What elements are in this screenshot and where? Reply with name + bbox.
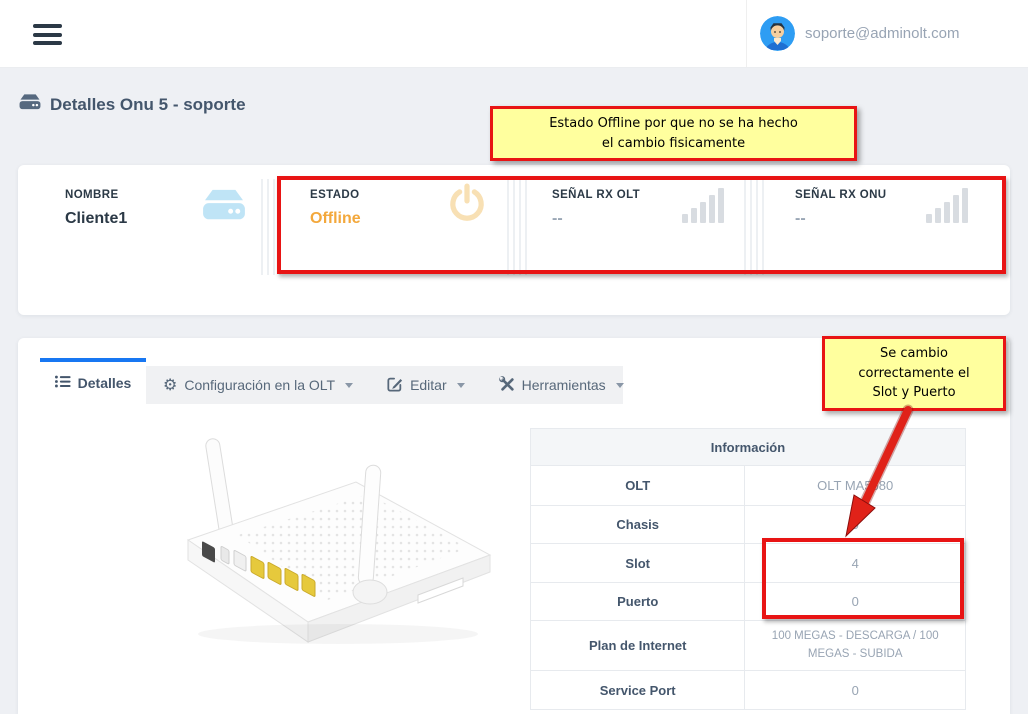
annotation-line: Estado Offline por que no se ha hecho: [499, 114, 848, 134]
table-row-puerto: Puerto 0: [531, 583, 966, 621]
signal-bars-icon: [682, 187, 726, 228]
status-card: NOMBRE Cliente1 ESTADO Offline SEÑAL RX …: [18, 165, 1010, 315]
hamburger-menu-icon[interactable]: [33, 24, 62, 45]
tab-editar[interactable]: Editar: [370, 366, 482, 404]
chevron-down-icon: [345, 383, 353, 388]
table-header-row: Información: [531, 429, 966, 466]
senal-rx-olt-block: SEÑAL RX OLT --: [552, 189, 640, 228]
section-divider: [261, 179, 283, 275]
navbar-divider: [746, 0, 747, 67]
tab-strip: ⚙ Configuración en la OLT Editar: [146, 366, 623, 404]
top-navbar: soporte@adminolt.com: [0, 0, 1028, 68]
page-title-text: Detalles Onu 5 - soporte: [50, 95, 246, 115]
table-row-slot: Slot 4: [531, 544, 966, 583]
table-row-plan: Plan de Internet 100 MEGAS - DESCARGA / …: [531, 621, 966, 671]
page-title: Detalles Onu 5 - soporte: [18, 93, 246, 117]
annotation-slot-note: Se cambio correctamente el Slot y Puerto: [822, 336, 1006, 411]
senal-rx-onu-label: SEÑAL RX ONU: [795, 189, 887, 201]
onu-device-icon: [201, 187, 247, 230]
user-menu[interactable]: soporte@adminolt.com: [760, 0, 959, 67]
table-header: Información: [531, 429, 966, 466]
row-label: Service Port: [531, 671, 745, 710]
estado-label: ESTADO: [310, 189, 361, 201]
router-product-image: [118, 420, 518, 660]
edit-icon: [387, 376, 403, 395]
tab-herramientas-label: Herramientas: [522, 377, 606, 393]
informacion-table: Información OLT OLT MA5680 Chasis 0 Slot…: [530, 428, 966, 710]
row-label: Chasis: [531, 506, 745, 544]
section-divider: [744, 179, 766, 275]
nombre-label: NOMBRE: [65, 189, 127, 201]
tab-editar-label: Editar: [410, 377, 447, 393]
nombre-value: Cliente1: [65, 210, 127, 228]
tab-detalles-label: Detalles: [78, 375, 132, 391]
senal-rx-onu-value: --: [795, 210, 887, 228]
annotation-line: el cambio fisicamente: [499, 134, 848, 154]
table-row-olt: OLT OLT MA5680: [531, 466, 966, 506]
senal-rx-onu-block: SEÑAL RX ONU --: [795, 189, 887, 228]
chevron-down-icon: [457, 383, 465, 388]
estado-block: ESTADO Offline: [310, 189, 361, 228]
row-value: 4: [745, 544, 966, 583]
row-value: 0: [745, 671, 966, 710]
list-icon: [55, 375, 71, 391]
row-value: 0: [745, 583, 966, 621]
gear-icon: ⚙: [163, 377, 177, 393]
annotation-line: Se cambio: [831, 344, 997, 364]
signal-bars-icon: [926, 187, 970, 228]
section-divider: [507, 179, 529, 275]
tab-configuracion-label: Configuración en la OLT: [184, 377, 335, 393]
tab-herramientas[interactable]: Herramientas: [482, 366, 641, 404]
row-label: Plan de Internet: [531, 621, 745, 671]
user-email[interactable]: soporte@adminolt.com: [805, 25, 959, 42]
table-row-chasis: Chasis 0: [531, 506, 966, 544]
user-avatar[interactable]: [760, 16, 795, 51]
nombre-block: NOMBRE Cliente1: [65, 189, 127, 228]
power-icon: [446, 183, 488, 230]
annotation-line: Slot y Puerto: [831, 383, 997, 403]
row-label: Puerto: [531, 583, 745, 621]
senal-rx-olt-value: --: [552, 210, 640, 228]
row-value: 0: [745, 506, 966, 544]
tools-icon: [499, 376, 515, 395]
row-label: OLT: [531, 466, 745, 506]
tab-configuracion-olt[interactable]: ⚙ Configuración en la OLT: [146, 366, 370, 404]
tab-detalles[interactable]: Detalles: [40, 358, 146, 404]
senal-rx-olt-label: SEÑAL RX OLT: [552, 189, 640, 201]
table-row-service-port: Service Port 0: [531, 671, 966, 710]
annotation-offline-note: Estado Offline por que no se ha hecho el…: [490, 106, 857, 161]
estado-value: Offline: [310, 210, 361, 228]
annotation-line: correctamente el: [831, 364, 997, 384]
chevron-down-icon: [616, 383, 624, 388]
row-value: 100 MEGAS - DESCARGA / 100 MEGAS - SUBID…: [745, 621, 966, 671]
row-value: OLT MA5680: [745, 466, 966, 506]
onu-icon: [18, 93, 42, 117]
row-label: Slot: [531, 544, 745, 583]
